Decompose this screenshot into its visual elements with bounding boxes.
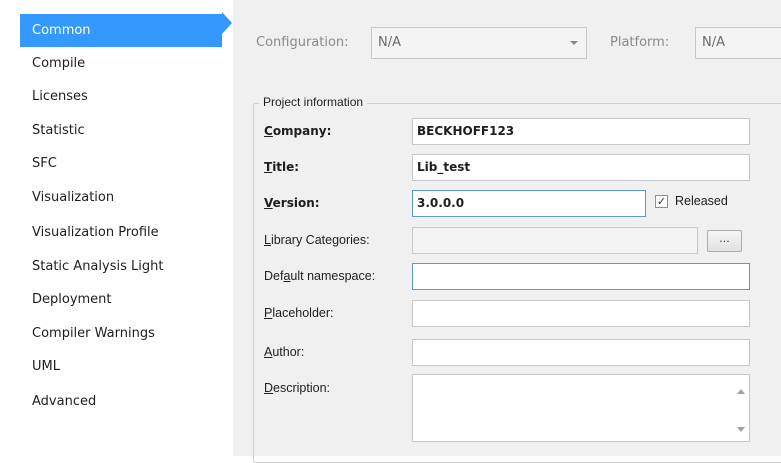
sidebar-item-label: Visualization Profile — [32, 225, 159, 240]
version-label-text-post: ersion: — [272, 196, 320, 210]
configuration-label: Configuration: — [256, 35, 349, 50]
description-label-access-key: D — [264, 381, 274, 395]
version-label: Version: — [264, 196, 320, 210]
company-input[interactable]: BECKHOFF123 — [412, 118, 750, 145]
sidebar-item-visualization[interactable]: Visualization — [20, 181, 220, 214]
placeholder-label: Placeholder: — [264, 306, 334, 320]
sidebar-item-label: SFC — [32, 156, 57, 171]
sidebar-item-compiler-warnings[interactable]: Compiler Warnings — [20, 317, 220, 350]
configuration-select[interactable]: N/A — [371, 27, 587, 59]
released-label[interactable]: Released — [675, 194, 728, 208]
active-indicator-arrow-icon — [222, 12, 232, 34]
placeholder-input[interactable] — [412, 300, 750, 327]
library-categories-browse-button[interactable]: ... — [707, 230, 742, 252]
sidebar-item-advanced[interactable]: Advanced — [20, 385, 220, 418]
version-input[interactable]: 3.0.0.0 — [412, 190, 646, 217]
default-namespace-label-text-pre: Def — [264, 269, 284, 283]
company-label-access-key: C — [264, 124, 273, 138]
configuration-value: N/A — [378, 35, 401, 50]
library-categories-label: Library Categories: — [264, 233, 370, 247]
sidebar-item-licenses[interactable]: Licenses — [20, 80, 220, 113]
released-label-text-post: eleased — [684, 194, 728, 208]
sidebar-item-label: Compile — [32, 56, 86, 71]
released-label-access-key: R — [675, 194, 685, 208]
sidebar-item-label: Visualization — [32, 190, 115, 205]
scroll-down-arrow-icon[interactable] — [737, 427, 745, 432]
released-checkbox[interactable]: ✓ — [655, 195, 668, 208]
chevron-down-icon — [570, 41, 578, 45]
library-categories-input[interactable] — [412, 227, 698, 254]
default-namespace-label: Default namespace: — [264, 269, 375, 283]
platform-select[interactable]: N/A — [695, 27, 781, 59]
sidebar-item-label: Deployment — [32, 292, 112, 307]
description-label-text-post: escription: — [273, 381, 331, 395]
sidebar-item-label: UML — [32, 359, 60, 374]
platform-value: N/A — [702, 35, 725, 50]
scroll-up-arrow-icon[interactable] — [737, 389, 745, 394]
company-value: BECKHOFF123 — [417, 124, 515, 138]
sidebar-item-uml[interactable]: UML — [20, 350, 220, 383]
author-label-text-post: uthor: — [272, 345, 305, 359]
sidebar-item-sfc[interactable]: SFC — [20, 147, 220, 180]
version-label-access-key: V — [264, 196, 273, 210]
author-label: Author: — [264, 345, 304, 359]
default-namespace-input[interactable] — [412, 263, 750, 290]
sidebar-item-deployment[interactable]: Deployment — [20, 283, 220, 316]
title-label-access-key: T — [264, 160, 273, 174]
company-label: Company: — [264, 124, 331, 138]
sidebar-item-visualization-profile[interactable]: Visualization Profile — [20, 216, 220, 249]
sidebar-item-static-analysis-light[interactable]: Static Analysis Light — [20, 250, 220, 283]
sidebar-item-statistic[interactable]: Statistic — [20, 114, 220, 147]
checkmark-icon: ✓ — [656, 195, 667, 208]
sidebar-item-label: Licenses — [32, 89, 88, 104]
description-textarea[interactable] — [412, 374, 750, 442]
settings-panel: Configuration: N/A Platform: N/A Project… — [233, 0, 781, 463]
library-categories-label-access-key: L — [264, 233, 271, 247]
sidebar-item-compile[interactable]: Compile — [20, 47, 220, 80]
category-sidebar: Common Compile Licenses Statistic SFC Vi… — [0, 0, 233, 456]
title-label-text-post: itle: — [272, 160, 300, 174]
default-namespace-label-text-post: ult namespace: — [290, 269, 376, 283]
sidebar-item-label: Advanced — [32, 394, 97, 409]
description-scrollbar[interactable] — [732, 375, 749, 441]
sidebar-item-label: Static Analysis Light — [32, 259, 164, 274]
version-value: 3.0.0.0 — [417, 196, 465, 210]
browse-button-label: ... — [719, 232, 730, 245]
title-label: Title: — [264, 160, 299, 174]
author-input[interactable] — [412, 339, 750, 366]
title-input[interactable]: Lib_test — [412, 154, 750, 181]
description-label: Description: — [264, 381, 330, 395]
sidebar-item-label: Compiler Warnings — [32, 326, 155, 341]
library-categories-label-text-post: ibrary Categories: — [270, 233, 370, 247]
title-value: Lib_test — [417, 160, 471, 174]
group-title: Project information — [259, 95, 368, 109]
sidebar-item-label: Common — [32, 23, 91, 38]
platform-label: Platform: — [610, 35, 670, 50]
sidebar-item-common[interactable]: Common — [20, 14, 222, 47]
placeholder-label-text-post: laceholder: — [272, 306, 334, 320]
sidebar-item-label: Statistic — [32, 123, 85, 138]
company-label-text-post: ompany: — [272, 124, 332, 138]
